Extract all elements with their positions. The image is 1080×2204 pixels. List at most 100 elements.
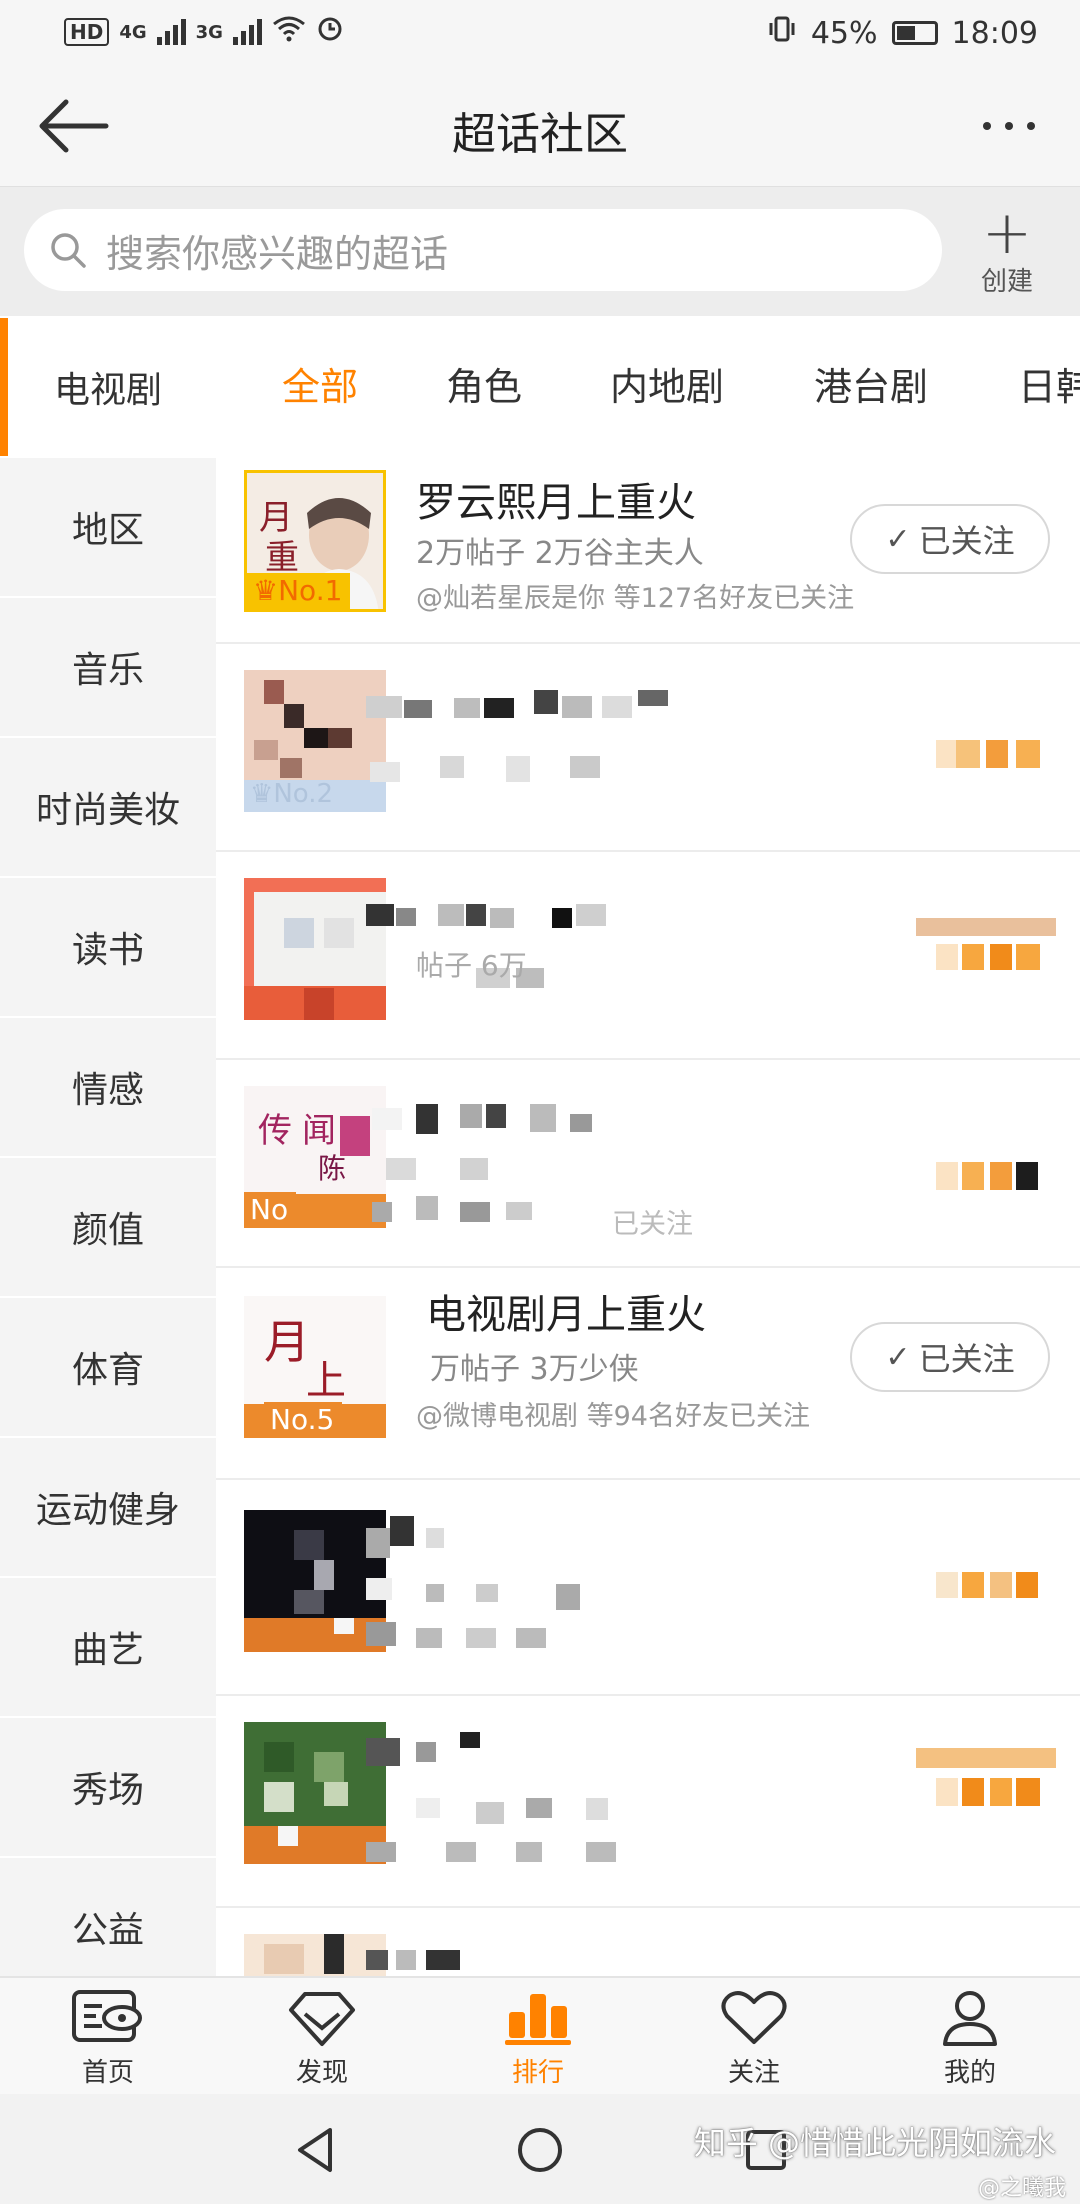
sidebar-item-opera[interactable]: 曲艺	[0, 1578, 216, 1718]
vibrate-icon	[767, 14, 797, 52]
create-button[interactable]: + 创建	[972, 198, 1042, 305]
rank-badge: No	[244, 1192, 297, 1228]
search-icon	[51, 233, 86, 268]
nav-discover[interactable]: 发现	[242, 1988, 402, 2089]
search-placeholder: 搜索你感兴趣的超话	[106, 231, 449, 276]
followed-button[interactable]: ✓ 已关注	[850, 504, 1050, 574]
net-type-4g: 4G	[119, 21, 147, 43]
signal-icon	[156, 19, 186, 45]
topic-meta: 万帖子 3万少侠	[430, 1352, 639, 1387]
obscured-follow-button	[936, 740, 1040, 768]
topic-title: 罗云熙月上重火	[416, 480, 696, 526]
obscured-text	[366, 1950, 460, 1970]
topic-meta: 2万帖子 2万谷主夫人	[416, 536, 704, 571]
tab-roles[interactable]: 角色	[446, 356, 522, 411]
obscured-follow-button	[916, 918, 1056, 970]
more-button[interactable]	[974, 108, 1044, 144]
checkmark-icon: ✓	[885, 521, 911, 557]
profile-icon	[943, 1991, 997, 2046]
nav-ranking[interactable]: 排行	[458, 1988, 618, 2089]
system-back-button[interactable]	[290, 2124, 342, 2176]
nav-following[interactable]: 关注	[674, 1988, 834, 2089]
circle-home-icon	[518, 2128, 562, 2172]
obscured-text	[366, 1732, 616, 1862]
nav-home[interactable]: 首页	[28, 1988, 188, 2089]
net-type-3g: 3G	[195, 21, 223, 43]
sub-category-tabs: 全部 角色 内地剧 港台剧 日韩	[216, 318, 1080, 458]
page-title: 超话社区	[452, 109, 628, 160]
svg-text:重: 重	[265, 538, 299, 578]
checkmark-icon: ✓	[885, 1339, 911, 1375]
sidebar-item-looks[interactable]: 颜值	[0, 1158, 216, 1298]
tab-mainland[interactable]: 内地剧	[610, 356, 724, 411]
battery-percent: 45%	[810, 15, 878, 51]
obscured-text	[366, 1516, 580, 1648]
list-item[interactable]: 月 重 ♛No.1 罗云熙月上重火 2万帖子 2万谷主夫人 @灿若星辰是你 等1…	[216, 458, 1080, 644]
svg-text:月: 月	[264, 1315, 310, 1369]
battery-icon	[891, 21, 938, 45]
search-input[interactable]: 搜索你感兴趣的超话	[24, 209, 942, 291]
sidebar-item-fitness[interactable]: 运动健身	[0, 1438, 216, 1578]
tab-hk-tw[interactable]: 港台剧	[814, 356, 928, 411]
list-item[interactable]	[216, 1910, 1080, 1976]
system-home-button[interactable]	[514, 2124, 566, 2176]
topic-friends: @微博电视剧 等94名好友已关注	[416, 1401, 810, 1432]
sidebar-item-show[interactable]: 秀场	[0, 1718, 216, 1858]
search-bar: 搜索你感兴趣的超话 + 创建	[0, 186, 1080, 316]
rank-badge: ♛No.1	[247, 573, 351, 609]
topic-list: 月 重 ♛No.1 罗云熙月上重火 2万帖子 2万谷主夫人 @灿若星辰是你 等1…	[216, 458, 1080, 1976]
nav-me[interactable]: 我的	[890, 1988, 1050, 2089]
home-feed-icon	[72, 1990, 142, 2042]
category-sidebar: 电视剧 地区 音乐 时尚美妆 读书 情感 颜值 体育 运动健身 曲艺 秀场 公益	[0, 318, 216, 1998]
topic-friends: 已关注	[612, 1209, 693, 1240]
topic-friends: @灿若星辰是你 等127名好友已关注	[416, 583, 855, 614]
crown-icon: ♛	[253, 574, 279, 607]
svg-text:传: 传	[258, 1111, 292, 1151]
ranking-bars-icon	[505, 1994, 571, 2045]
more-dots-icon	[983, 122, 991, 130]
obscured-text	[366, 690, 668, 782]
topic-cover: 月 重 ♛No.1	[244, 470, 386, 612]
followed-button[interactable]: ✓ 已关注	[850, 1322, 1050, 1392]
clock: 18:09	[951, 15, 1038, 51]
sidebar-item-fashion[interactable]: 时尚美妆	[0, 738, 216, 878]
list-item[interactable]: 帖子 6万	[216, 854, 1080, 1060]
signal-icon	[232, 19, 262, 45]
rank-badge: No.5	[264, 1402, 343, 1438]
status-bar: HD 4G 3G 45% 18:09	[0, 0, 1080, 66]
title-bar: 超话社区	[0, 66, 1080, 186]
alarm-icon	[316, 14, 344, 50]
sidebar-item-sports[interactable]: 体育	[0, 1298, 216, 1438]
crown-icon: ♛	[250, 779, 274, 809]
tab-jp-kr[interactable]: 日韩	[1018, 356, 1080, 411]
list-item[interactable]	[216, 1482, 1080, 1696]
topic-cover: 月 上 No.5	[244, 1296, 386, 1438]
discover-diamond-icon	[289, 1992, 355, 2046]
list-item[interactable]	[216, 1698, 1080, 1908]
list-item[interactable]: 月 上 No.5 电视剧月上重火 万帖子 3万少侠 @微博电视剧 等94名好友已…	[216, 1270, 1080, 1480]
sidebar-item-tv[interactable]: 电视剧	[0, 318, 216, 458]
list-item[interactable]: 传 闻 陈 No 已关注	[216, 1062, 1080, 1268]
sidebar-item-region[interactable]: 地区	[0, 458, 216, 598]
watermark-small: @之曦我	[977, 2176, 1066, 2201]
hd-indicator: HD	[64, 18, 110, 46]
obscured-follow-button	[936, 1572, 1038, 1598]
svg-text:闻: 闻	[302, 1111, 336, 1151]
wifi-icon	[272, 14, 306, 50]
svg-text:上: 上	[306, 1358, 346, 1404]
sidebar-item-books[interactable]: 读书	[0, 878, 216, 1018]
tab-all[interactable]: 全部	[282, 356, 358, 411]
plus-icon: +	[981, 198, 1033, 268]
obscured-follow-button	[916, 1748, 1056, 1806]
topic-title: 电视剧月上重火	[426, 1292, 706, 1338]
svg-text:月: 月	[259, 498, 293, 538]
watermark: 知乎 @惜惜此光阴如流水	[693, 2124, 1056, 2162]
sidebar-item-music[interactable]: 音乐	[0, 598, 216, 738]
triangle-back-icon	[298, 2128, 332, 2172]
sidebar-item-emotion[interactable]: 情感	[0, 1018, 216, 1158]
heart-icon	[721, 1991, 787, 2044]
rank-badge: ♛No.2	[250, 779, 334, 809]
bottom-navigation: 首页 发现 排行 关注 我的	[0, 1976, 1080, 2094]
list-item[interactable]: ♛No.2	[216, 646, 1080, 852]
topic-meta: 帖子 6万	[416, 949, 527, 982]
